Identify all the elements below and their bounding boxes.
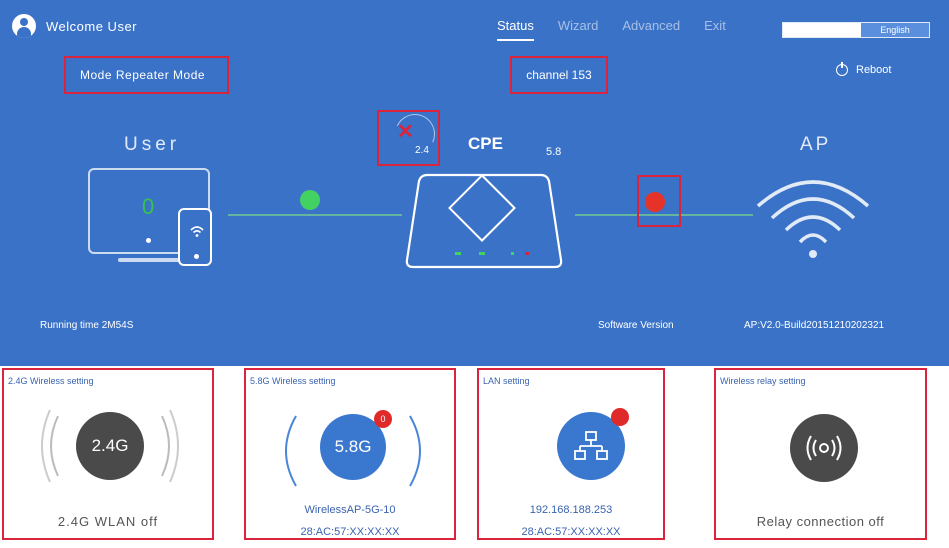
software-version-label: Software Version: [598, 320, 674, 331]
language-select[interactable]: English: [782, 22, 930, 38]
mode-label: Mode Repeater Mode: [64, 56, 229, 94]
main-nav: Status Wizard Advanced Exit: [497, 18, 726, 41]
nav-exit[interactable]: Exit: [704, 18, 726, 41]
nav-advanced[interactable]: Advanced: [622, 18, 680, 41]
card-title: 2.4G Wireless setting: [8, 376, 94, 386]
card-relay[interactable]: Wireless relay setting Relay connection …: [714, 368, 927, 540]
welcome-text: Welcome User: [46, 18, 138, 34]
monitor-stand-icon: [118, 258, 184, 262]
user-label: User: [124, 134, 181, 155]
phone-icon: [178, 208, 212, 266]
nav-wizard[interactable]: Wizard: [558, 18, 598, 41]
user-link-line: [228, 214, 402, 216]
lan-alert-badge: [611, 408, 629, 426]
card-title: LAN setting: [483, 376, 530, 386]
lan-mac: 28:AC:57:XX:XX:XX: [521, 526, 621, 538]
disabled-x-icon: ✕: [397, 121, 414, 143]
wlan58-client-badge: 0: [374, 410, 392, 428]
band-24-label: 2.4: [415, 145, 429, 156]
cpe-label: CPE: [468, 134, 503, 153]
software-version-value: AP:V2.0-Build20151210202321: [744, 320, 885, 331]
language-button[interactable]: English: [861, 23, 929, 37]
ap-label: AP: [800, 134, 832, 155]
welcome-area: Welcome User: [12, 14, 137, 38]
wlan58-mac: 28:AC:57:XX:XX:XX: [300, 526, 400, 538]
wlan24-status: 2.4G WLAN off: [57, 514, 159, 529]
user-count: 0: [142, 194, 155, 219]
card-wlan58[interactable]: 5.8G Wireless setting 5.8G 0 WirelessAP-…: [244, 368, 456, 540]
user-connection-status-icon: [300, 190, 320, 210]
cpe-device-icon[interactable]: [405, 172, 563, 270]
band-58-label: 5.8: [546, 146, 562, 158]
relay-status: Relay connection off: [756, 514, 885, 529]
reboot-label: Reboot: [856, 64, 892, 76]
status-panel: Welcome User Status Wizard Advanced Exit…: [0, 0, 949, 366]
card-lan[interactable]: LAN setting 192.168.188.253 28:AC:57:XX:…: [477, 368, 665, 540]
lan-ip: 192.168.188.253: [529, 504, 613, 516]
card-title: Wireless relay setting: [720, 376, 806, 386]
running-time: Running time 2M54S: [40, 320, 134, 331]
phone-wifi-icon: [189, 224, 205, 241]
channel-label: channel 153: [510, 56, 608, 94]
wlan58-ssid: WirelessAP-5G-10: [304, 504, 396, 516]
band-24-indicator: ✕ 2.4: [377, 108, 441, 166]
relay-icon: [790, 414, 858, 482]
user-avatar-icon: [12, 14, 36, 38]
ap-wifi-icon: [756, 180, 870, 258]
wlan24-icon: 2.4G: [76, 412, 144, 480]
reboot-button[interactable]: Reboot: [836, 62, 892, 76]
card-title: 5.8G Wireless setting: [250, 376, 336, 386]
ap-connection-status-icon: [645, 192, 665, 212]
nav-status[interactable]: Status: [497, 18, 534, 41]
power-icon: [836, 62, 848, 76]
card-wlan24[interactable]: 2.4G Wireless setting 2.4G 2.4G WLAN off: [2, 368, 214, 540]
